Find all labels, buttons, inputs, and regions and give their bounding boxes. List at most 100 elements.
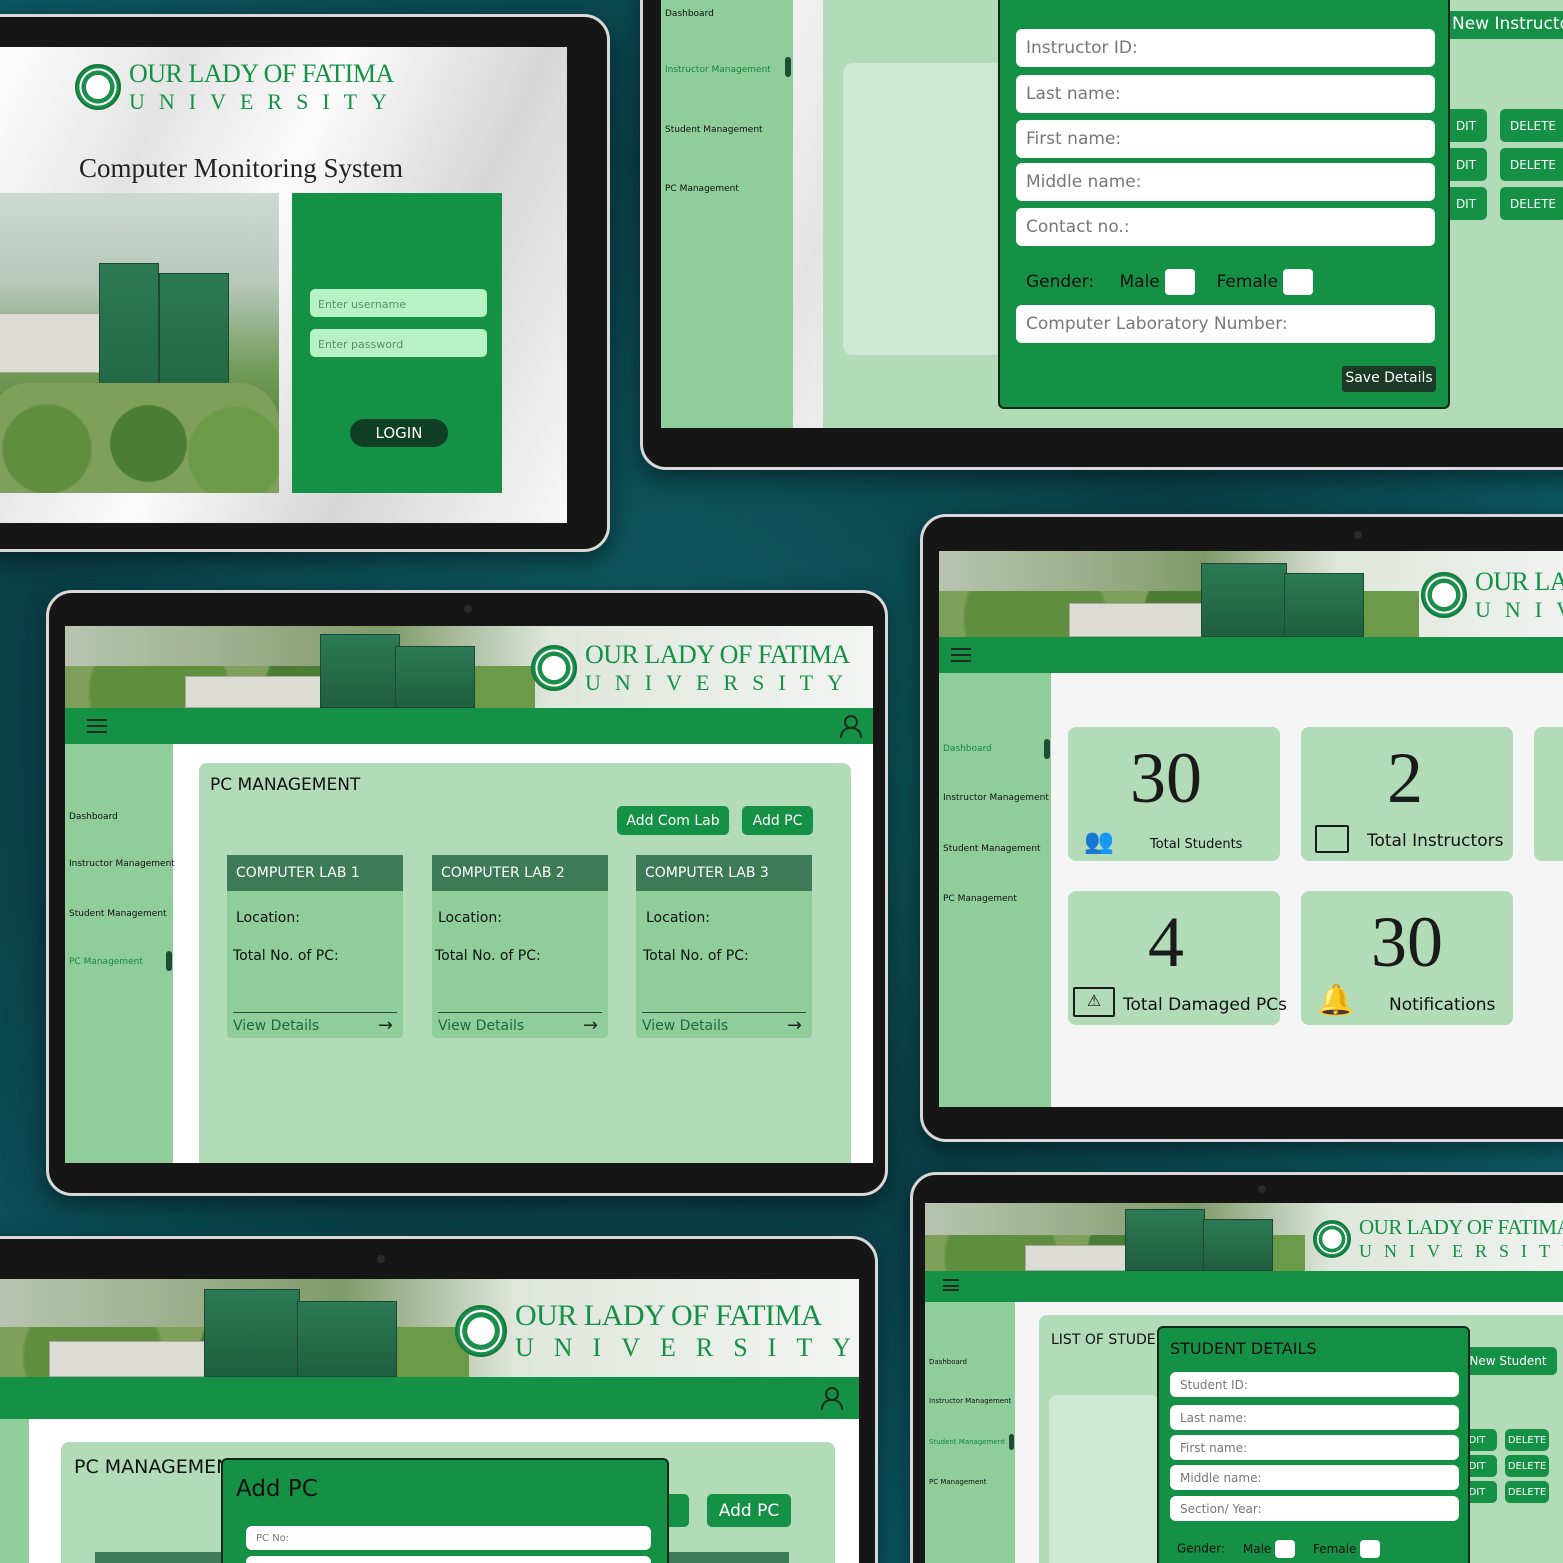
view-details-link[interactable]: View Details bbox=[233, 1012, 397, 1038]
sidebar bbox=[0, 1419, 29, 1563]
second-field[interactable] bbox=[246, 1556, 651, 1563]
delete-button[interactable]: DELETE bbox=[1500, 109, 1563, 142]
list-panel bbox=[843, 63, 1023, 355]
tablet-student: OUR LADY OF FATIMA UNIVERSITY Dashboard … bbox=[910, 1172, 1563, 1563]
add-pc-button[interactable]: Add PC bbox=[742, 806, 813, 835]
stat-label: Total Instructors bbox=[1367, 831, 1504, 851]
collage-background: { "brand": {"line1": "OUR LADY OF FATIMA… bbox=[0, 0, 1563, 1563]
stat-value: 30 bbox=[1130, 738, 1202, 818]
add-com-lab-button[interactable]: Add Com Lab bbox=[617, 806, 729, 835]
camera bbox=[1354, 531, 1362, 539]
female-label: Female bbox=[1312, 1541, 1357, 1556]
sidebar: Dashboard Instructor Management Student … bbox=[65, 744, 175, 1163]
add-pc-button[interactable]: Add PC bbox=[707, 1494, 791, 1527]
gender-label: Gender: bbox=[1177, 1541, 1226, 1556]
male-checkbox[interactable] bbox=[1275, 1540, 1296, 1558]
university-seal-icon bbox=[1421, 572, 1467, 618]
university-logo: OUR LADY OF FATIMA UNIVERSITY bbox=[1313, 1217, 1563, 1260]
lab-location: Location: bbox=[646, 910, 710, 926]
password-input[interactable]: Enter password bbox=[310, 329, 487, 357]
male-label: Male bbox=[1119, 272, 1160, 292]
delete-button[interactable]: DELETE bbox=[1505, 1481, 1549, 1503]
delete-button[interactable]: DELETE bbox=[1500, 148, 1563, 181]
nav-student[interactable]: Student Management bbox=[665, 125, 763, 135]
lab-number-field[interactable]: Computer Laboratory Number: bbox=[1016, 305, 1435, 343]
tablet-dashboard: OUR LADY OF FATIMA UNIVERSITY Dashboard … bbox=[920, 514, 1563, 1142]
view-details-link[interactable]: View Details bbox=[438, 1012, 602, 1038]
nav-pc[interactable]: PC Management bbox=[69, 957, 143, 967]
view-details-link[interactable]: View Details bbox=[642, 1012, 806, 1038]
nav-dashboard[interactable]: Dashboard bbox=[943, 744, 992, 754]
nav-instructor[interactable]: Instructor Management bbox=[929, 1397, 1011, 1405]
nav-pc[interactable]: PC Management bbox=[665, 184, 739, 194]
logo-line2: UNIVERSITY bbox=[515, 1333, 859, 1362]
delete-button[interactable]: DELETE bbox=[1505, 1429, 1549, 1451]
university-logo: OUR LADY OF FATIMA UNIVERSITY bbox=[1421, 569, 1563, 621]
student-id-field[interactable]: Student ID: bbox=[1170, 1372, 1459, 1397]
delete-button[interactable]: DELETE bbox=[1500, 187, 1563, 220]
female-checkbox[interactable] bbox=[1360, 1540, 1381, 1558]
hamburger-menu-icon[interactable] bbox=[943, 1279, 959, 1291]
last-name-field[interactable]: Last name: bbox=[1170, 1405, 1459, 1430]
nav-instructor[interactable]: Instructor Management bbox=[69, 859, 175, 869]
instructor-id-field[interactable]: Instructor ID: bbox=[1016, 29, 1435, 67]
sidebar: Dashboard Instructor Management Student … bbox=[661, 0, 793, 428]
user-profile-icon[interactable] bbox=[820, 1387, 843, 1410]
nav-dashboard[interactable]: Dashboard bbox=[69, 812, 118, 822]
login-button[interactable]: LOGIN bbox=[350, 419, 448, 447]
new-instructor-header[interactable]: New Instructor bbox=[1448, 11, 1563, 39]
logo-line2: UNIVERSITY bbox=[585, 670, 857, 695]
university-seal-icon bbox=[455, 1305, 507, 1357]
university-seal-icon bbox=[75, 64, 121, 110]
nav-pc[interactable]: PC Management bbox=[943, 894, 1017, 904]
arrow-right-icon[interactable]: → bbox=[378, 1015, 393, 1036]
save-details-button[interactable]: Save Details bbox=[1342, 366, 1436, 392]
nav-instructor[interactable]: Instructor Management bbox=[665, 65, 771, 75]
middle-name-field[interactable]: Middle name: bbox=[1016, 163, 1435, 201]
stat-card-instructors: 2 Total Instructors bbox=[1301, 727, 1513, 861]
lab-name: COMPUTER LAB 1 bbox=[227, 855, 403, 891]
student-details-modal: STUDENT DETAILS Student ID: Last name: F… bbox=[1157, 1326, 1470, 1563]
edit-button[interactable]: DIT bbox=[1445, 148, 1487, 181]
nav-dashboard[interactable]: Dashboard bbox=[665, 9, 714, 19]
edit-button[interactable]: DIT bbox=[1445, 109, 1487, 142]
nav-pc[interactable]: PC Management bbox=[929, 1478, 986, 1486]
edit-button[interactable]: DIT bbox=[1445, 187, 1487, 220]
nav-instructor[interactable]: Instructor Management bbox=[943, 793, 1049, 803]
stat-value: 4 bbox=[1148, 902, 1184, 982]
user-profile-icon[interactable] bbox=[839, 715, 862, 738]
nav-dashboard[interactable]: Dashboard bbox=[929, 1358, 967, 1366]
middle-name-field[interactable]: Middle name: bbox=[1170, 1465, 1459, 1490]
username-input[interactable]: Enter username bbox=[310, 289, 487, 317]
top-nav-bar bbox=[939, 637, 1563, 673]
hamburger-menu-icon[interactable] bbox=[87, 719, 107, 733]
arrow-right-icon[interactable]: → bbox=[583, 1015, 598, 1036]
list-box bbox=[1049, 1395, 1159, 1563]
male-checkbox[interactable] bbox=[1165, 269, 1196, 295]
campus-banner: OUR LADY OF FATIMA UNIVERSITY bbox=[0, 1279, 859, 1377]
dashboard-screen: OUR LADY OF FATIMA UNIVERSITY Dashboard … bbox=[939, 551, 1563, 1107]
first-name-field[interactable]: First name: bbox=[1016, 120, 1435, 158]
nav-student[interactable]: Student Management bbox=[943, 844, 1041, 854]
pc-no-field[interactable]: PC No: bbox=[246, 1526, 651, 1550]
top-nav-bar bbox=[0, 1377, 859, 1419]
camera bbox=[377, 1255, 385, 1263]
bell-icon: 🔔 bbox=[1317, 983, 1355, 1018]
logo-line1: OUR LADY OF FATIMA bbox=[1475, 567, 1563, 596]
section-year-field[interactable]: Section/ Year: bbox=[1170, 1496, 1459, 1521]
logo-line2: UNIVERSITY bbox=[1475, 597, 1563, 622]
logo-line1: OUR LADY OF FATIMA bbox=[515, 1299, 822, 1332]
first-name-field[interactable]: First name: bbox=[1170, 1435, 1459, 1460]
new-student-button[interactable]: New Student bbox=[1459, 1347, 1557, 1375]
hamburger-menu-icon[interactable] bbox=[951, 648, 971, 662]
arrow-right-icon[interactable]: → bbox=[787, 1015, 802, 1036]
delete-button[interactable]: DELETE bbox=[1505, 1455, 1549, 1477]
sidebar: Dashboard Instructor Management Student … bbox=[925, 1302, 1015, 1563]
last-name-field[interactable]: Last name: bbox=[1016, 75, 1435, 113]
nav-student[interactable]: Student Management bbox=[69, 909, 167, 919]
university-logo: OUR LADY OF FATIMA UNIVERSITY bbox=[531, 642, 857, 694]
female-checkbox[interactable] bbox=[1283, 269, 1314, 295]
contact-field[interactable]: Contact no.: bbox=[1016, 208, 1435, 246]
nav-active-indicator bbox=[1044, 739, 1050, 759]
nav-student[interactable]: Student Management bbox=[929, 1438, 1005, 1446]
